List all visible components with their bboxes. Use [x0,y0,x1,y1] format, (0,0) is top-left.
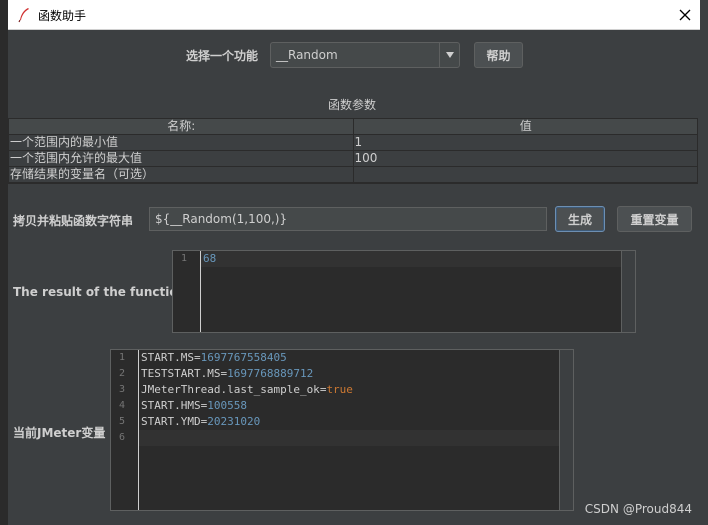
column-header-name[interactable]: 名称: [9,119,354,135]
params-table: 名称: 值 一个范围内的最小值 1 一个范围内允许的最大值 100 存储结果的变… [8,118,698,184]
variable-value: 1697767558405 [200,351,287,364]
line-number: 4 [119,400,126,411]
params-heading: 函数参数 [328,98,377,112]
param-value-cell[interactable] [353,167,697,183]
variable-line: TESTSTART.MS=1697768889712 [139,366,573,382]
line-number: 6 [119,432,126,443]
result-editor[interactable]: 1 68 [172,250,636,333]
watermark: CSDN @Proud844 [584,502,692,516]
table-row[interactable]: 一个范围内的最小值 1 [9,135,697,151]
variable-key: START.MS [141,351,194,364]
param-value-cell[interactable]: 100 [353,151,697,167]
window-title: 函数助手 [38,9,87,23]
param-name-cell[interactable]: 存储结果的变量名（可选） [9,167,354,183]
title-bar: 函数助手 [8,0,700,30]
function-string-label: 拷贝并粘贴函数字符串 [13,214,134,228]
line-number: 1 [119,352,126,363]
close-button[interactable] [672,3,698,27]
param-name-cell[interactable]: 一个范围内允许的最大值 [9,151,354,167]
line-number: 3 [119,384,126,395]
line-number: 5 [119,416,126,427]
line-number: 1 [181,253,188,264]
reset-variables-button[interactable]: 重置变量 [617,206,692,232]
function-string-field[interactable]: ${__Random(1,100,)} [149,207,547,231]
generate-button[interactable]: 生成 [555,206,605,232]
jmeter-variables-label: 当前JMeter变量 [13,426,106,440]
variables-code[interactable]: START.MS=1697767558405 TESTSTART.MS=1697… [139,350,573,446]
table-row[interactable]: 一个范围内允许的最大值 100 [9,151,697,167]
variable-line: START.YMD=20231020 [139,414,573,430]
table-header-row: 名称: 值 [9,119,697,135]
variable-key: JMeterThread.last_sample_ok [141,383,320,396]
variable-value: 1697768889712 [227,367,314,380]
variables-scrollbar[interactable] [559,350,573,510]
function-helper-dialog: 选择一个功能 __Random 帮助 函数参数 名称: 值 一个范围内的最小值 … [8,30,700,517]
variable-key: START.HMS [141,399,201,412]
function-combo[interactable]: __Random [270,42,460,68]
help-button[interactable]: 帮助 [474,42,523,68]
line-number: 2 [119,368,126,379]
chevron-down-icon[interactable] [439,43,459,67]
variable-line: START.MS=1697767558405 [139,350,573,366]
variable-line: JMeterThread.last_sample_ok=true [139,382,573,398]
param-value-cell[interactable]: 1 [353,135,697,151]
variables-editor[interactable]: 1 2 3 4 5 6 START.MS=1697767558405 TESTS… [110,349,574,511]
background-window-strip [0,0,8,525]
variable-value: 20231020 [207,415,261,428]
close-icon [679,9,691,21]
function-select-label: 选择一个功能 [186,49,259,63]
line-number-gutter: 1 [173,251,201,332]
result-scrollbar[interactable] [621,251,635,332]
function-combo-value: __Random [276,48,338,62]
variable-line [139,430,573,446]
table-row[interactable]: 存储结果的变量名（可选） [9,167,697,183]
column-header-value[interactable]: 值 [353,119,697,135]
variable-value: 100558 [207,399,247,412]
variable-value: true [326,383,353,396]
param-name-cell[interactable]: 一个范围内的最小值 [9,135,354,151]
equals-sign: = [193,351,201,364]
variable-key: START.YMD [141,415,201,428]
variable-key: TESTSTART.MS [141,367,221,380]
variable-line: START.HMS=100558 [139,398,573,414]
result-code[interactable]: 68 [201,251,635,267]
feather-icon [16,7,32,23]
result-line: 68 [201,251,635,267]
line-number-gutter: 1 2 3 4 5 6 [111,350,139,510]
